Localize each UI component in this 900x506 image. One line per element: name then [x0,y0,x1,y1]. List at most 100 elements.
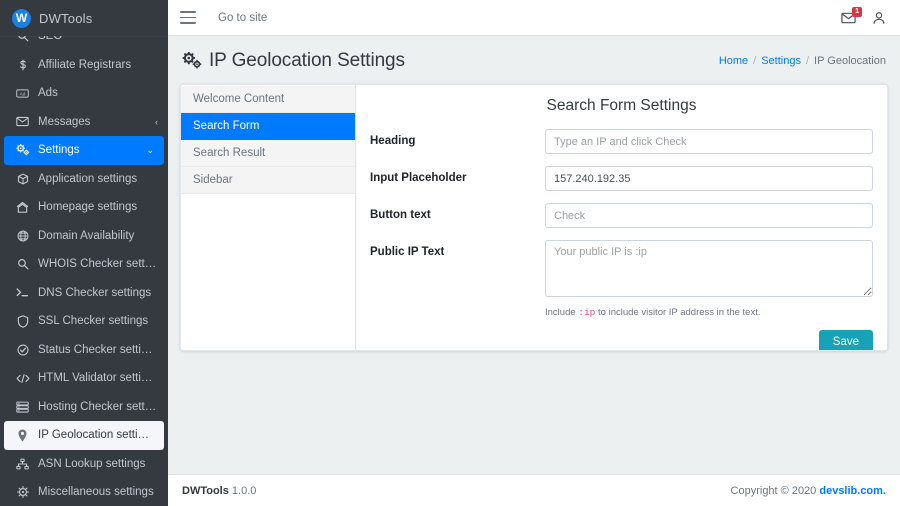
main-area: Go to site 1 [168,0,900,506]
breadcrumb-separator: / [753,55,756,67]
sidebar-item-settings[interactable]: Settings ⌄ [4,136,164,165]
gears-icon [14,144,31,156]
heading-input[interactable] [545,129,873,154]
footer-copyright: Copyright © 2020 [731,485,820,497]
help-suffix: to include visitor IP address in the tex… [595,307,760,318]
sidebar-item-homepage-settings[interactable]: Homepage settings [0,193,168,222]
sidebar-item-label: Affiliate Registrars [38,59,158,71]
sidebar-item-label: IP Geolocation settings [38,429,154,441]
button-text-field-wrap [545,203,873,228]
breadcrumb-separator: / [806,55,809,67]
messages-badge: 1 [852,7,862,17]
sidebar-item-label: Miscellaneous settings [38,486,158,498]
shield-icon [14,315,31,328]
sidebar-nav: SEO Affiliate Registrars Ad Ads Messages… [0,22,168,506]
sidebar-item-affiliate-registrars[interactable]: Affiliate Registrars [0,51,168,80]
help-code-token: :ip [578,307,595,318]
dollar-icon [14,59,31,71]
button-text-input[interactable] [545,203,873,228]
sidebar-item-label: ASN Lookup settings [38,458,158,470]
heading-field-wrap [545,129,873,154]
goto-site-link[interactable]: Go to site [218,12,267,24]
brand-logo-area[interactable]: W DWTools [0,0,168,36]
hamburger-icon[interactable] [180,11,196,24]
footer-left: DWTools 1.0.0 [182,485,256,497]
search-form-panel: Search Form Settings Heading Input Place… [356,85,887,350]
tab-search-result[interactable]: Search Result [181,140,355,167]
ad-icon: Ad [14,88,31,99]
sidebar-item-status-checker-settings[interactable]: Status Checker settings [0,336,168,365]
settings-card: Welcome Content Search Form Search Resul… [180,84,888,351]
sidebar-item-html-validator-settings[interactable]: HTML Validator settings [0,364,168,393]
home-icon [14,201,31,213]
heading-label: Heading [370,129,545,147]
sidebar-item-whois-checker-settings[interactable]: WHOIS Checker settings [0,250,168,279]
input-placeholder-label: Input Placeholder [370,166,545,184]
check-circle-icon [14,344,31,356]
app-root: W DWTools SEO Affiliate Registrars Ad Ad… [0,0,900,506]
footer-product: DWTools [182,485,229,497]
save-button[interactable]: Save [819,330,873,351]
public-ip-text-field-wrap: Include :ip to include visitor IP addres… [545,240,873,318]
form-row-public-ip-text: Public IP Text Include :ip to include vi… [370,240,873,318]
public-ip-help-text: Include :ip to include visitor IP addres… [545,307,873,318]
tab-sidebar[interactable]: Sidebar [181,167,355,194]
server-icon [14,401,31,413]
messages-icon[interactable]: 1 [841,12,856,24]
sidebar-item-label: WHOIS Checker settings [38,258,158,270]
input-placeholder-input[interactable] [545,166,873,191]
tab-search-form[interactable]: Search Form [181,113,355,140]
sidebar: W DWTools SEO Affiliate Registrars Ad Ad… [0,0,168,506]
sidebar-item-ssl-checker-settings[interactable]: SSL Checker settings [0,307,168,336]
envelope-icon [14,116,31,127]
content-area: Welcome Content Search Form Search Resul… [168,84,900,351]
breadcrumb: Home / Settings / IP Geolocation [719,55,886,67]
code-icon [14,373,31,384]
breadcrumb-home[interactable]: Home [719,55,748,67]
sidebar-item-label: Homepage settings [38,201,158,213]
sidebar-item-label: HTML Validator settings [38,372,158,384]
page-title: IP Geolocation Settings [209,50,405,72]
search-icon [14,258,31,270]
sidebar-item-asn-lookup-settings[interactable]: ASN Lookup settings [0,450,168,479]
chevron-down-icon: ⌄ [146,145,154,156]
sidebar-item-ip-geolocation-settings[interactable]: IP Geolocation settings [4,421,164,450]
sidebar-item-application-settings[interactable]: Application settings [0,165,168,194]
breadcrumb-settings[interactable]: Settings [761,55,801,67]
sidebar-item-label: DNS Checker settings [38,287,158,299]
sidebar-item-ads[interactable]: Ad Ads [0,79,168,108]
topbar: Go to site 1 [168,0,900,36]
brand-name: DWTools [39,11,92,26]
app-logo-icon: W [12,9,31,28]
input-placeholder-field-wrap [545,166,873,191]
sidebar-item-miscellaneous-settings[interactable]: Miscellaneous settings [0,478,168,506]
public-ip-text-label: Public IP Text [370,240,545,258]
sidebar-item-hosting-checker-settings[interactable]: Hosting Checker settings [0,393,168,422]
tab-list: Welcome Content Search Form Search Resul… [181,85,356,350]
breadcrumb-current: IP Geolocation [814,55,886,67]
sidebar-item-domain-availability[interactable]: Domain Availability [0,222,168,251]
help-prefix: Include [545,307,578,318]
box-icon [14,173,31,185]
button-text-label: Button text [370,203,545,221]
footer-link[interactable]: devslib.com. [819,485,886,497]
footer-right: Copyright © 2020 devslib.com. [731,485,886,497]
terminal-icon [14,287,31,298]
tab-welcome-content[interactable]: Welcome Content [181,86,355,113]
sidebar-item-label: Domain Availability [38,230,158,242]
public-ip-text-textarea[interactable] [545,240,873,297]
globe-icon [14,230,31,242]
sidebar-item-label: Status Checker settings [38,344,158,356]
footer-version: 1.0.0 [232,485,256,497]
sidebar-item-dns-checker-settings[interactable]: DNS Checker settings [0,279,168,308]
sidebar-item-label: Messages [38,116,151,128]
sidebar-item-messages[interactable]: Messages ‹ [0,108,168,137]
form-actions: Save [370,330,873,351]
sidebar-item-label: Settings [38,144,142,156]
user-icon[interactable] [872,11,886,25]
form-row-input-placeholder: Input Placeholder [370,166,873,191]
chevron-left-icon: ‹ [155,117,158,127]
sidebar-item-label: Application settings [38,173,158,185]
cog-icon [14,486,31,498]
map-marker-icon [14,429,31,442]
